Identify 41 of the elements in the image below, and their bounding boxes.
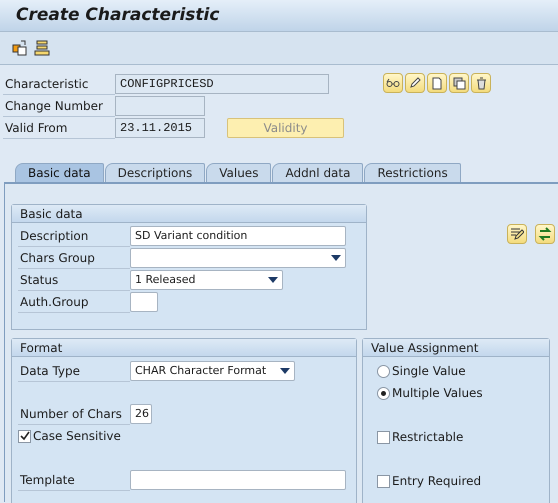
checkbox[interactable] — [18, 430, 31, 442]
switch-object-icon[interactable] — [12, 40, 28, 56]
swap-arrows-icon[interactable] — [535, 224, 555, 244]
group-title: Format — [20, 340, 62, 356]
tab[interactable]: Addnl data — [272, 163, 364, 182]
copy-icon[interactable] — [449, 73, 469, 93]
input-field[interactable]: CONFIGPRICESD — [115, 74, 329, 94]
group-title: Value Assignment — [371, 340, 478, 356]
caret-icon — [280, 368, 290, 374]
tab[interactable]: Restrictions — [364, 163, 461, 182]
checkbox[interactable] — [377, 430, 390, 444]
pencil-icon[interactable] — [405, 73, 425, 93]
checkbox-label: Case Sensitive — [33, 428, 121, 445]
checkbox-label: Restrictable — [392, 429, 464, 446]
caret-icon — [331, 255, 341, 261]
input-field[interactable] — [115, 96, 205, 116]
tab[interactable]: Descriptions — [104, 163, 206, 182]
input-field[interactable] — [130, 292, 158, 312]
checkbox-label: Multiple Values — [392, 385, 483, 402]
checkbox-label: Entry Required — [392, 473, 482, 490]
caret-icon — [268, 277, 278, 283]
dropdown-field[interactable]: CHAR Character Format — [130, 361, 295, 381]
radio-button[interactable] — [377, 364, 390, 378]
glasses-icon[interactable] — [383, 73, 403, 93]
edit-list-icon[interactable] — [507, 224, 527, 244]
checkbox[interactable] — [377, 474, 390, 488]
dropdown-field[interactable] — [130, 248, 346, 268]
input-field[interactable]: 26 — [130, 404, 152, 424]
tab[interactable]: Basic data — [15, 163, 104, 182]
page-icon[interactable] — [427, 73, 447, 93]
group-title: Basic data — [20, 206, 83, 222]
input-field[interactable] — [130, 470, 346, 490]
dropdown-field[interactable]: 1 Released — [130, 270, 283, 290]
stack-icon[interactable] — [34, 40, 50, 56]
input-field[interactable]: 23.11.2015 — [115, 118, 205, 138]
checkbox-label: Single Value — [392, 363, 466, 380]
input-field[interactable]: SD Variant condition — [130, 226, 346, 246]
trash-icon[interactable] — [471, 73, 491, 93]
window-title: Create Characteristic — [16, 4, 220, 27]
radio-button[interactable] — [377, 386, 390, 400]
tab[interactable]: Values — [206, 163, 272, 182]
